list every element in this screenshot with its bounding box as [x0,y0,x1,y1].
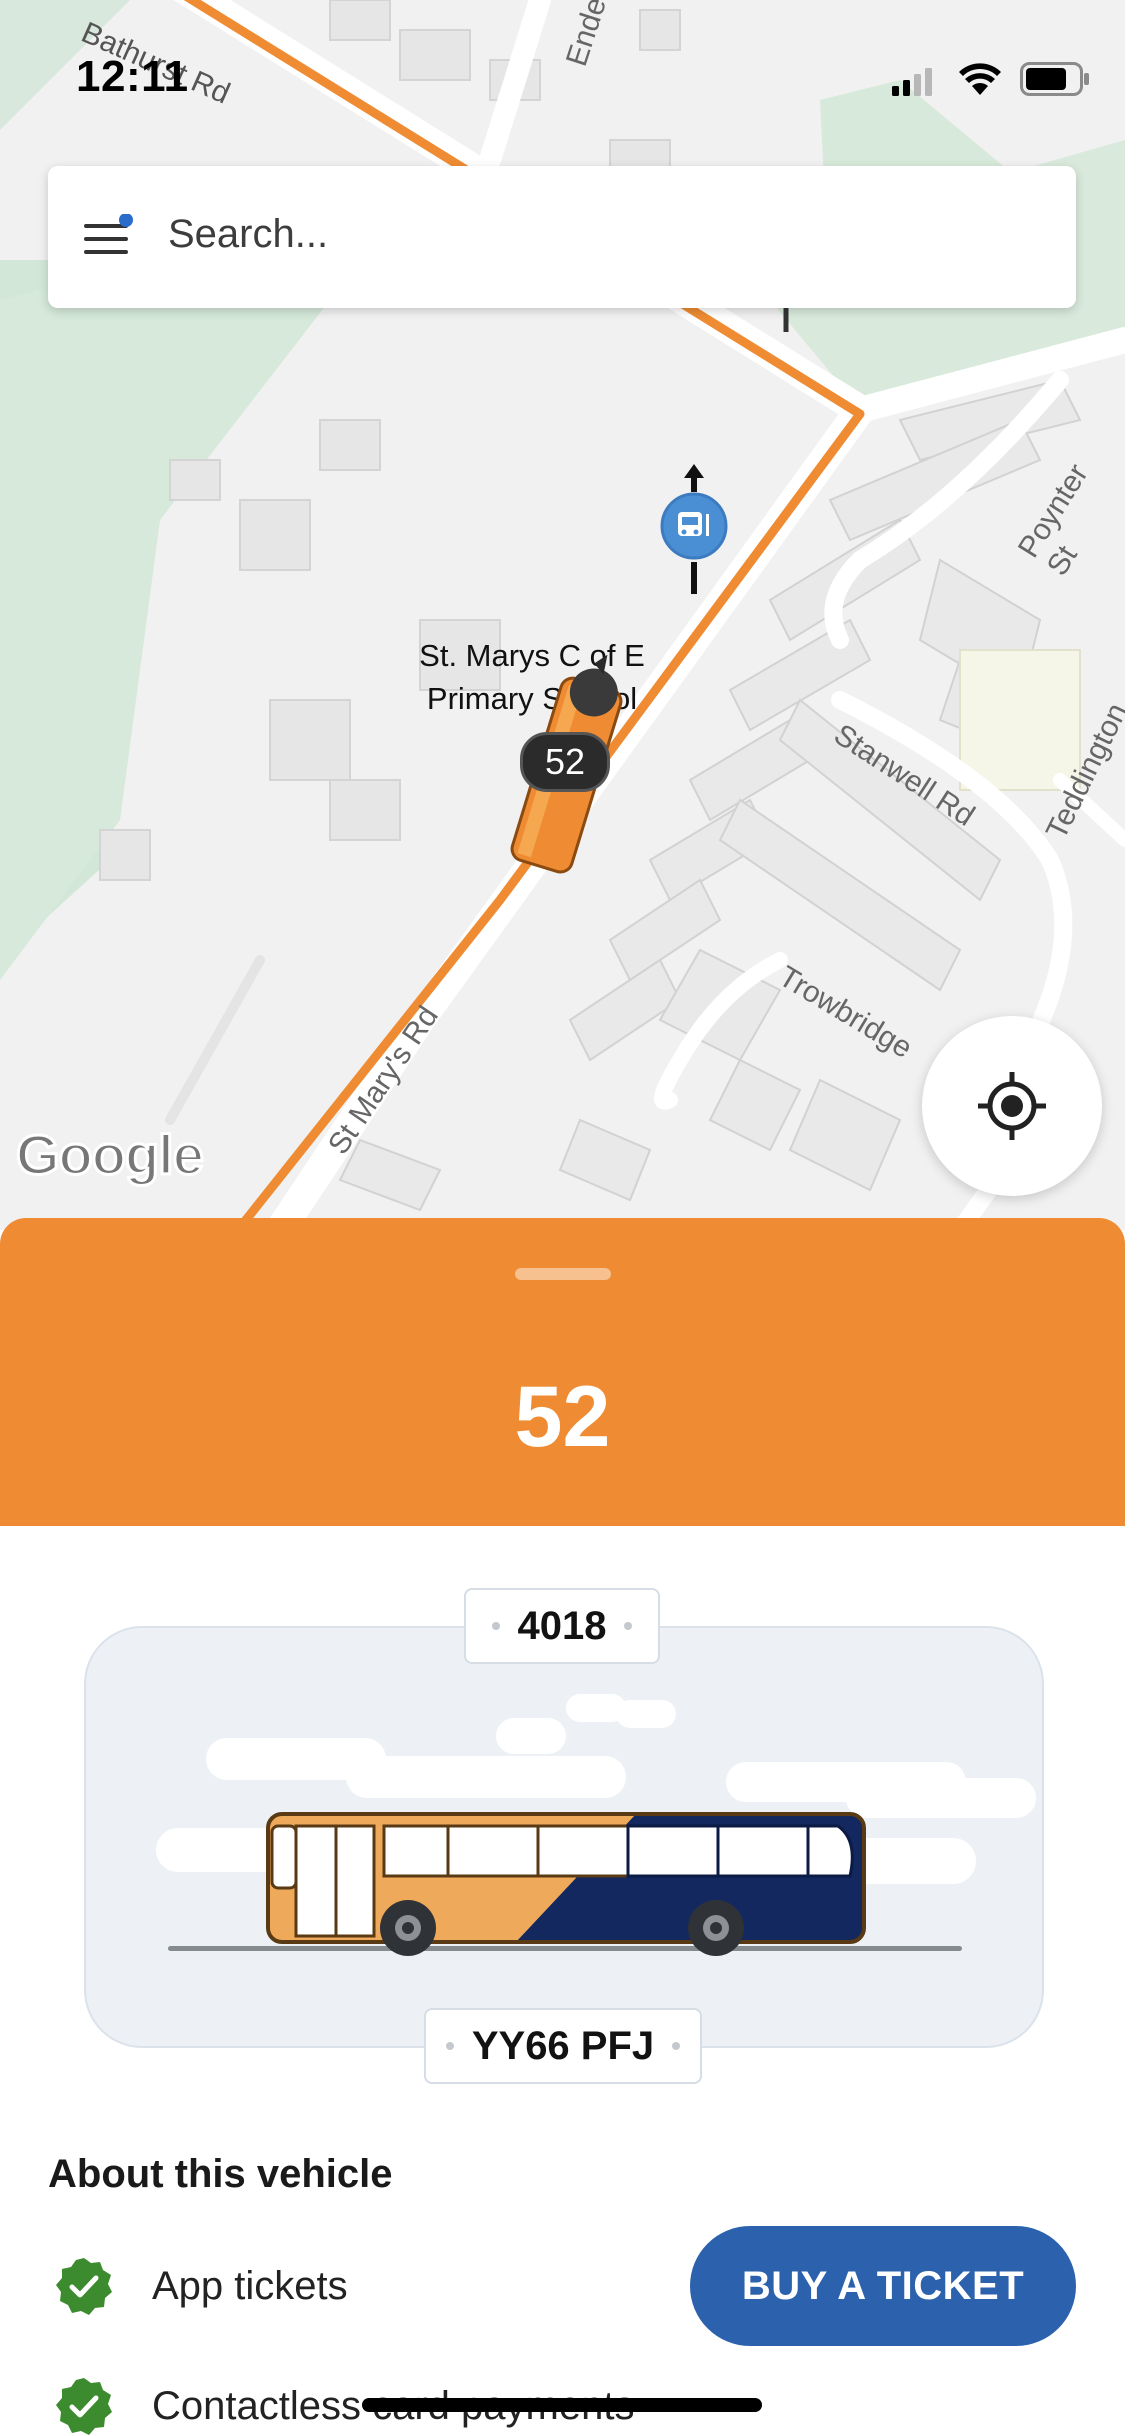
check-icon [56,2258,112,2315]
registration-number: YY66 PFJ [471,2023,655,2068]
status-time: 12:11 [76,52,189,101]
battery-icon [1020,62,1089,96]
plate-dot [672,2042,681,2050]
menu-button[interactable] [84,213,134,260]
locate-icon [978,1072,1046,1140]
route-number: 52 [514,1369,611,1465]
status-bar: 12:11 [0,0,1125,150]
sheet-drag-handle[interactable] [515,1268,611,1280]
signal-icon [892,68,932,96]
home-indicator[interactable] [362,2398,762,2412]
bus-marker-label: 52 [520,732,610,792]
feature-label: App tickets [152,2263,348,2308]
fleet-number-plate: 4018 [464,1588,660,1664]
locate-me-button[interactable] [922,1016,1102,1196]
plate-dot [491,1622,500,1630]
plate-dot [624,1622,633,1630]
search-input[interactable]: Search... [168,212,328,257]
check-icon [56,2378,112,2435]
bus-illustration [156,1694,1036,1956]
google-logo: Google [15,1122,206,1188]
search-bar[interactable]: Search... [48,166,1076,308]
feature-app-tickets: App tickets [54,2256,348,2316]
bus-stop-icon [660,464,728,594]
buy-ticket-button[interactable]: BUY A TICKET [690,2226,1076,2346]
menu-icon [84,213,133,254]
vehicle-illustration-card [84,1626,1044,2048]
fleet-number: 4018 [517,1603,607,1648]
registration-plate: YY66 PFJ [424,2008,702,2084]
about-vehicle-heading: About this vehicle [48,2152,393,2196]
wifi-icon [959,63,1001,95]
plate-dot [445,2042,454,2050]
route-header[interactable]: 52 [0,1218,1125,1526]
bus-stop-marker[interactable] [656,462,732,596]
